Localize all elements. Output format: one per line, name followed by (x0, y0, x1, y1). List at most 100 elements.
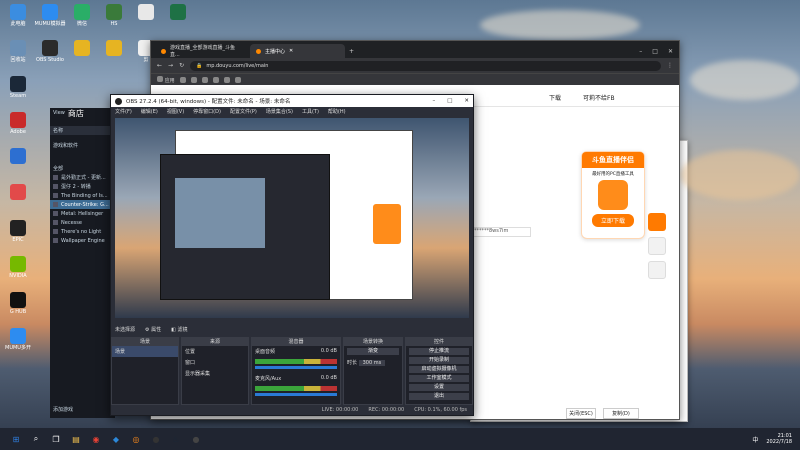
duration-field[interactable]: 300 ms (358, 360, 386, 366)
steam-nav-store[interactable]: 商店 (68, 108, 84, 118)
desktop-icon[interactable]: 微信 (66, 4, 98, 27)
chrome-icon[interactable]: ◉ (89, 432, 103, 446)
steam-game-item[interactable]: 是外勤正式 - 更新... (50, 173, 115, 182)
obs2-icon[interactable]: ● (189, 432, 203, 446)
search-icon[interactable]: ⌕ (29, 432, 43, 446)
extensions-icon[interactable]: ⋮ (667, 62, 673, 69)
new-tab-button[interactable]: + (345, 48, 358, 58)
douyu-icon[interactable]: ◎ (129, 432, 143, 446)
steam-game-item[interactable]: Necesse (50, 218, 115, 227)
steam-nav-view[interactable]: View (53, 110, 65, 116)
windows-icon[interactable]: ⊞ (9, 432, 23, 446)
close-dialog-button[interactable]: 关闭(ESC) (566, 408, 596, 419)
side-widget-orange[interactable] (648, 213, 666, 231)
desktop-icon[interactable] (2, 148, 34, 165)
desktop-icon[interactable]: Adobe (2, 112, 34, 135)
obs-menu-item[interactable]: 停靠窗口(D) (193, 108, 221, 115)
desktop-icon[interactable]: 此电脑 (2, 4, 34, 27)
desktop-icon[interactable]: 回收站 (2, 40, 34, 63)
obs-menu-item[interactable]: 配置文件(P) (230, 108, 257, 115)
control-button[interactable]: 启动虚拟摄像机 (409, 366, 469, 373)
bookmark-icon[interactable] (179, 76, 186, 83)
vscode-icon[interactable]: ◆ (109, 432, 123, 446)
volume-slider[interactable] (255, 366, 337, 369)
desktop-icon[interactable] (98, 40, 130, 57)
tab-douyu-live[interactable]: 游戏直播_全部游戏直播_斗鱼直... (155, 44, 250, 58)
desktop-icon[interactable]: G HUB (2, 292, 34, 315)
control-button[interactable]: 停止推流 (409, 348, 469, 355)
desktop-icon[interactable] (162, 4, 194, 21)
obs-icon[interactable]: ● (149, 432, 163, 446)
desktop-icon[interactable]: NVIDIA (2, 256, 34, 279)
back-icon[interactable]: ← (157, 62, 162, 69)
control-button[interactable]: 开始录制 (409, 357, 469, 364)
tab-streamer-center[interactable]: 主播中心 ✕ (250, 44, 345, 58)
side-widget-home[interactable] (648, 237, 666, 255)
desktop-icon[interactable]: MUMU模拟器 (34, 4, 66, 27)
steam-game-item[interactable]: 蛋仔 2 - 转播 (50, 182, 115, 191)
obs-window[interactable]: OBS 27.2.4 (64-bit, windows) - 配置文件: 未命名… (110, 94, 474, 416)
obs-menu-item[interactable]: 帮助(H) (328, 108, 346, 115)
bookmark-icon[interactable] (201, 76, 208, 83)
obs-menu-item[interactable]: 场景集合(S) (266, 108, 293, 115)
maximize-icon[interactable]: □ (447, 98, 452, 104)
minimize-icon[interactable]: – (432, 98, 435, 104)
desktop-icon[interactable]: OBS Studio (34, 40, 66, 63)
obs-menu-item[interactable]: 视图(V) (167, 108, 184, 115)
promo-card[interactable]: 斗鱼直播伴侣 最好用的PC直播工具 立即下载 (581, 151, 645, 239)
properties-button[interactable]: ⚙ 属性 (145, 326, 161, 333)
bookmark-icon[interactable] (234, 76, 241, 83)
scene-item[interactable]: 场景 (112, 346, 178, 357)
obs-preview[interactable] (115, 118, 469, 318)
close-icon[interactable]: ✕ (464, 98, 469, 104)
reload-icon[interactable]: ↻ (179, 62, 184, 69)
stream-key-field[interactable]: ******8ws7im (471, 227, 531, 237)
steam-group-label[interactable]: 全部 (53, 165, 63, 172)
steam-game-item[interactable]: Metal: Hellsinger (50, 209, 115, 218)
clock[interactable]: 21:01 2022/7/18 (766, 433, 792, 445)
steam-game-item[interactable]: The Binding of Is... (50, 191, 115, 200)
control-button[interactable]: 工作室模式 (409, 375, 469, 382)
desktop-icon[interactable] (66, 40, 98, 57)
window-controls[interactable]: – □ ✕ (633, 48, 679, 58)
obs-menu-item[interactable]: 文件(F) (115, 108, 132, 115)
steam-game-item[interactable]: There's no Light (50, 227, 115, 236)
source-item[interactable]: 位置 (182, 346, 248, 357)
desktop-icon[interactable]: MUMU多开 (2, 328, 34, 351)
forward-icon[interactable]: → (168, 62, 173, 69)
transition-select[interactable]: 渐变 (347, 348, 399, 355)
control-button[interactable]: 设置 (409, 384, 469, 391)
steam-icon[interactable]: ♨ (169, 432, 183, 446)
user-name[interactable]: 可莉不给FB (583, 93, 615, 102)
apps-bookmark[interactable]: 应用 (157, 75, 175, 84)
filters-button[interactable]: ◧ 滤镜 (171, 326, 187, 333)
obs-menu-item[interactable]: 工具(T) (302, 108, 319, 115)
desktop-icon[interactable]: EPIC (2, 220, 34, 243)
input-language[interactable]: 中 (752, 435, 758, 444)
obs-menu-item[interactable]: 编辑(E) (141, 108, 158, 115)
desktop-icon[interactable] (130, 4, 162, 21)
file-explorer-icon[interactable]: ▤ (69, 432, 83, 446)
source-item[interactable]: 窗口 (182, 357, 248, 368)
desktop-icon[interactable] (2, 184, 34, 201)
steam-game-item[interactable]: Wallpaper Engine (50, 236, 115, 245)
close-tab-icon[interactable]: ✕ (289, 48, 293, 54)
minimize-icon[interactable]: – (639, 48, 642, 55)
steam-game-item[interactable]: Counter-Strike: G... (50, 200, 115, 209)
steam-window[interactable]: View 商店 名称 游戏和软件 全部 是外勤正式 - 更新... 蛋仔 2 - … (50, 108, 115, 418)
steam-add-game[interactable]: 添加游戏 (53, 406, 73, 413)
desktop-icon[interactable]: Steam (2, 76, 34, 99)
side-widget-qr[interactable] (648, 261, 666, 279)
bookmark-icon[interactable] (190, 76, 197, 83)
steam-search[interactable]: 名称 (53, 127, 63, 134)
control-button[interactable]: 退出 (409, 393, 469, 400)
maximize-icon[interactable]: □ (652, 48, 658, 55)
copy-button[interactable]: 复制(D) (603, 408, 639, 419)
source-item[interactable]: 显示器采集 (182, 368, 248, 379)
promo-download-button[interactable]: 立即下载 (592, 214, 634, 227)
volume-slider[interactable] (255, 393, 337, 396)
desktop-icon[interactable]: HS (98, 4, 130, 27)
bookmark-icon[interactable] (212, 76, 219, 83)
download-link[interactable]: 下载 (549, 93, 561, 102)
close-icon[interactable]: ✕ (668, 48, 673, 55)
